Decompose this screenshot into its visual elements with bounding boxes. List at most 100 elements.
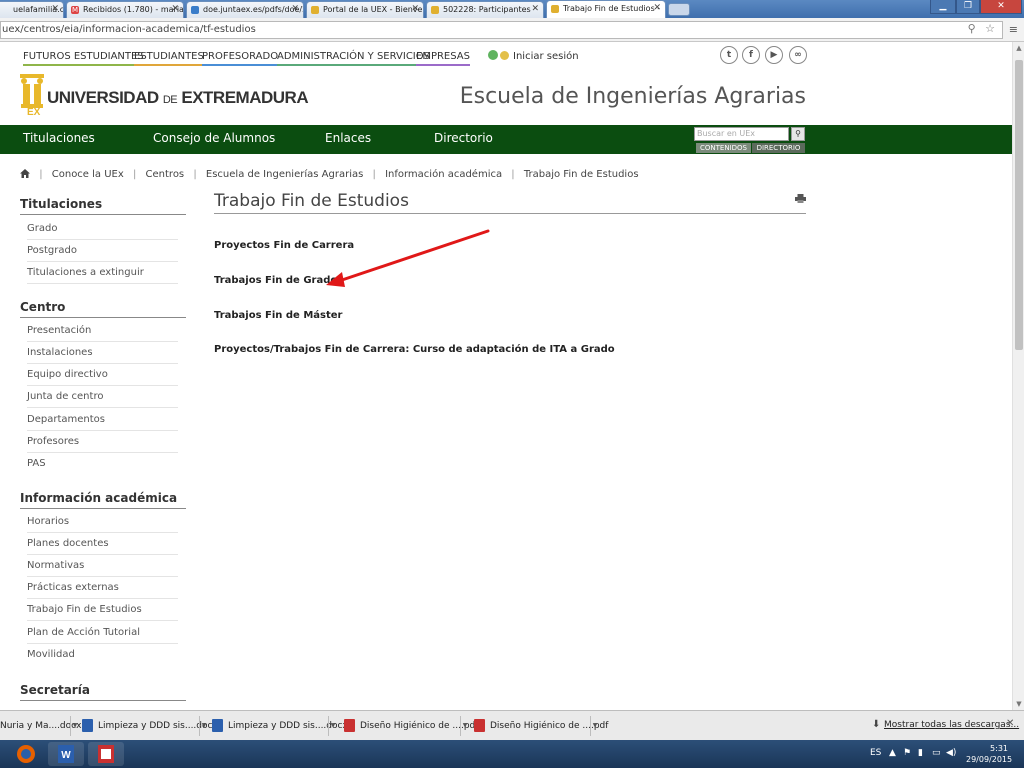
close-window-button[interactable]: ✕ [980, 0, 1022, 14]
print-icon[interactable] [795, 194, 806, 203]
breadcrumb-item[interactable]: Información académica [385, 169, 502, 180]
nav-directorio[interactable]: Directorio [434, 131, 493, 145]
breadcrumb-separator: | [193, 169, 197, 180]
browser-tab[interactable]: uelafamilia.com ✕ [0, 1, 64, 18]
nav-estudiantes[interactable]: ESTUDIANTES [134, 51, 204, 66]
sidebar-item-movilidad[interactable]: Movilidad [27, 649, 178, 665]
breadcrumb-item[interactable]: Escuela de Ingenierías Agrarias [206, 169, 363, 180]
sidebar-item-pas[interactable]: PAS [27, 458, 178, 474]
sidebar-item-junta-centro[interactable]: Junta de centro [27, 391, 178, 408]
page-scrollbar[interactable]: ▲ ▼ [1012, 42, 1024, 710]
sidebar-item-planes-docentes[interactable]: Planes docentes [27, 538, 178, 555]
scroll-down-icon[interactable]: ▼ [1013, 698, 1024, 710]
nav-titulaciones[interactable]: Titulaciones [23, 131, 95, 145]
chevron-down-icon[interactable]: ▼ [460, 716, 469, 736]
close-tab-icon[interactable]: ✕ [653, 3, 661, 13]
close-tab-icon[interactable]: ✕ [531, 4, 539, 14]
sidebar-item-horarios[interactable]: Horarios [27, 516, 178, 533]
filter-directorio-tab[interactable]: DIRECTORIO [752, 143, 805, 153]
link-trabajos-fin-grado[interactable]: Trabajos Fin de Grado [214, 275, 337, 286]
sidebar-item-profesores[interactable]: Profesores [27, 436, 178, 453]
browser-tab[interactable]: 502228: Participantes ✕ [426, 1, 544, 18]
breadcrumb-item[interactable]: Centros [146, 169, 185, 180]
scroll-thumb[interactable] [1015, 60, 1023, 350]
chevron-down-icon[interactable]: ▼ [328, 716, 337, 736]
chevron-down-icon[interactable]: ▼ [199, 716, 208, 736]
scroll-up-icon[interactable]: ▲ [1013, 42, 1024, 54]
close-tab-icon[interactable]: ✕ [51, 4, 59, 14]
close-tab-icon[interactable]: ✕ [291, 4, 299, 14]
acrobat-app-icon[interactable] [88, 742, 124, 766]
browser-tab-active[interactable]: Trabajo Fin de Estudios - ✕ [546, 0, 666, 18]
link-trabajos-fin-master[interactable]: Trabajos Fin de Máster [214, 310, 342, 321]
flag-icon[interactable]: ⚑ [903, 748, 911, 758]
site-search-input[interactable]: Buscar en UEx [694, 127, 789, 141]
download-item[interactable]: Limpieza y DDD sis....docx ▼ [212, 714, 348, 738]
nav-profesorado[interactable]: PROFESORADO [202, 51, 279, 66]
nav-administracion[interactable]: ADMINISTRACIÓN Y SERVICIOS [277, 51, 430, 66]
sidebar-heading: Secretaría [20, 683, 186, 701]
sidebar-item-departamentos[interactable]: Departamentos [27, 414, 178, 431]
photos-icon[interactable]: ∞ [789, 46, 807, 64]
nav-consejo-alumnos[interactable]: Consejo de Alumnos [153, 131, 275, 145]
close-downloads-icon[interactable]: ✕ [1006, 718, 1014, 729]
svg-text:W: W [61, 750, 71, 761]
minimize-window-button[interactable]: ▁ [930, 0, 956, 14]
network-icon[interactable]: ▮ [918, 748, 923, 758]
display-icon[interactable]: ▭ [932, 748, 941, 758]
home-icon[interactable] [20, 169, 30, 178]
youtube-icon[interactable]: ▶ [765, 46, 783, 64]
close-tab-icon[interactable]: ✕ [411, 4, 419, 14]
twitter-icon[interactable]: t [720, 46, 738, 64]
browser-tab[interactable]: Portal de la UEX - Bienve ✕ [306, 1, 424, 18]
download-item[interactable]: Limpieza y DDD sis....docx ▼ [82, 714, 218, 738]
browser-menu-icon[interactable]: ≡ [1009, 23, 1018, 36]
new-tab-button[interactable] [668, 3, 690, 16]
word-doc-icon [212, 719, 223, 732]
firefox-icon[interactable] [8, 742, 44, 766]
sidebar-item-grado[interactable]: Grado [27, 223, 178, 240]
sidebar-item-postgrado[interactable]: Postgrado [27, 245, 178, 262]
restore-window-button[interactable]: ❐ [956, 0, 980, 14]
nav-empresas[interactable]: EMPRESAS [416, 51, 470, 66]
breadcrumb-item[interactable]: Conoce la UEx [52, 169, 124, 180]
zoom-icon[interactable]: ⚲ ☆ [968, 22, 998, 35]
tab-label: Trabajo Fin de Estudios - [563, 4, 661, 13]
word-app-icon[interactable]: W [48, 742, 84, 766]
sidebar-item-normativas[interactable]: Normativas [27, 560, 178, 577]
sidebar-item-instalaciones[interactable]: Instalaciones [27, 347, 178, 364]
browser-tab[interactable]: doe.juntaex.es/pdfs/doe/2 ✕ [186, 1, 304, 18]
link-curso-adaptacion-ita[interactable]: Proyectos/Trabajos Fin de Carrera: Curso… [214, 344, 615, 355]
search-icon[interactable]: ⚲ [791, 127, 805, 141]
browser-tab[interactable]: M Recibidos (1.780) - maria ✕ [66, 1, 184, 18]
volume-icon[interactable]: ◀) [946, 748, 956, 758]
sidebar-item-presentacion[interactable]: Presentación [27, 325, 178, 342]
url-field[interactable]: uex/centros/eia/informacion-academica/tf… [0, 21, 1003, 39]
nav-futuros-estudiantes[interactable]: FUTUROS ESTUDIANTES [23, 51, 144, 66]
system-clock[interactable]: 5:31 29/09/2015 [966, 743, 1012, 765]
school-title: Escuela de Ingenierías Agrarias [459, 84, 806, 109]
nav-enlaces[interactable]: Enlaces [325, 131, 371, 145]
chevron-down-icon[interactable]: ▼ [590, 716, 599, 736]
login-link[interactable]: Iniciar sesión [488, 50, 579, 62]
facebook-icon[interactable]: f [742, 46, 760, 64]
sidebar-item-practicas-externas[interactable]: Prácticas externas [27, 582, 178, 599]
sidebar-item-plan-accion-tutorial[interactable]: Plan de Acción Tutorial [27, 627, 178, 644]
filter-contenidos-tab[interactable]: CONTENIDOS [696, 143, 751, 153]
sidebar-item-trabajo-fin-estudios[interactable]: Trabajo Fin de Estudios [27, 604, 178, 621]
university-logo[interactable]: EX UNIVERSIDAD DE EXTREMADURA [20, 72, 309, 122]
show-hidden-icons[interactable]: ▲ [889, 748, 896, 758]
language-indicator[interactable]: ES [870, 748, 881, 758]
sidebar-item-equipo-directivo[interactable]: Equipo directivo [27, 369, 178, 386]
breadcrumb-separator: | [39, 169, 43, 180]
close-tab-icon[interactable]: ✕ [171, 4, 179, 14]
show-all-downloads-link[interactable]: Mostrar todas las descargas... [884, 720, 1019, 730]
download-item[interactable]: Nuria y Ma....docx ▼ [0, 714, 81, 738]
chevron-down-icon[interactable]: ▼ [70, 716, 79, 736]
logo-wordmark: UNIVERSIDAD DE EXTREMADURA [47, 88, 309, 108]
site-icon [191, 6, 199, 14]
download-item[interactable]: Diseño Higiénico de ....pdf ▼ [344, 714, 478, 738]
download-item[interactable]: Diseño Higiénico de ....pdf ▼ [474, 714, 608, 738]
word-doc-icon [82, 719, 93, 732]
sidebar-item-titulaciones-extinguir[interactable]: Titulaciones a extinguir [27, 267, 178, 284]
